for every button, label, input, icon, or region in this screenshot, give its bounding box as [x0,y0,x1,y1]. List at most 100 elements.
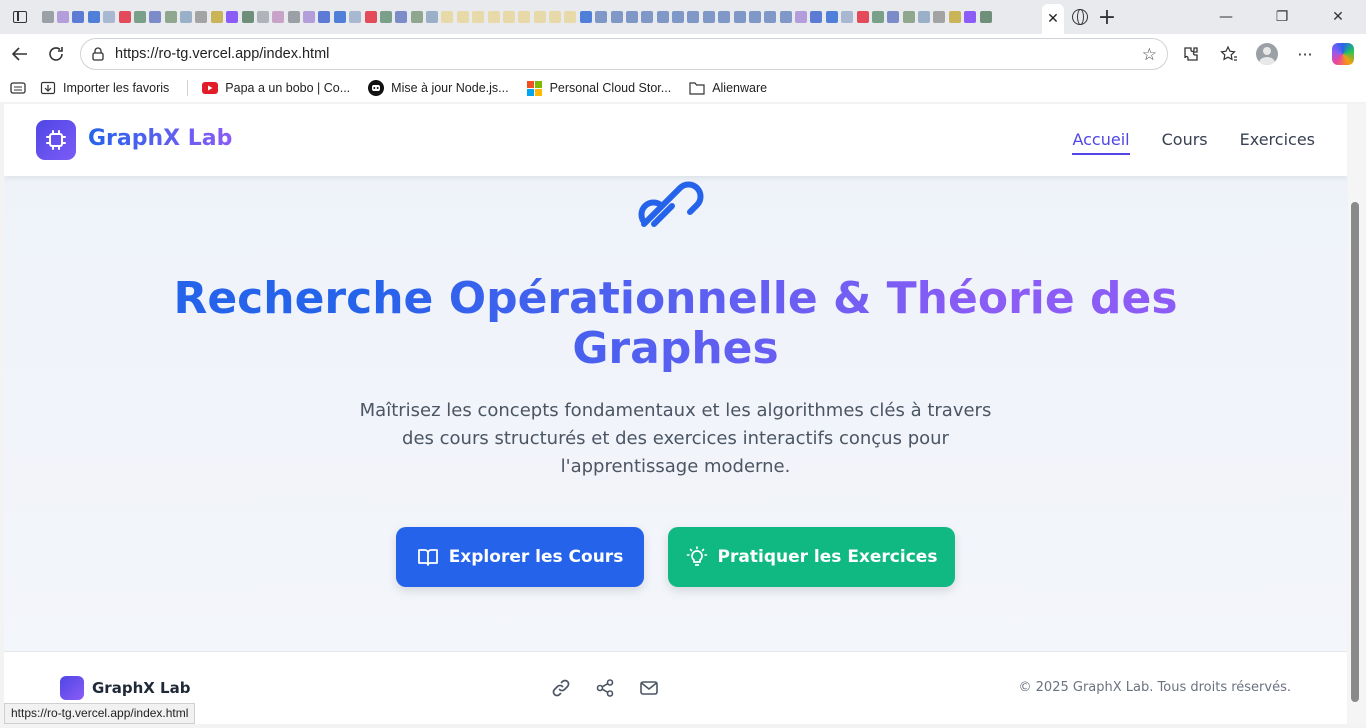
pinned-tab-favicon[interactable] [426,11,439,23]
pinned-tab-favicon[interactable] [902,11,915,23]
bookmark-youtube[interactable]: Papa a un bobo | Co... [202,80,350,96]
copilot-icon[interactable] [1324,37,1362,71]
pinned-tab-favicon[interactable] [41,11,54,23]
pinned-tab-favicon[interactable] [441,11,454,23]
bookmark-import[interactable]: Importer les favoris [40,80,169,96]
practice-exercises-button[interactable]: Pratiquer les Exercices [668,527,955,587]
minimize-icon[interactable]: — [1198,0,1254,34]
address-bar[interactable]: https://ro-tg.vercel.app/index.html ☆ [80,38,1168,70]
pinned-tab-favicon[interactable] [133,11,146,23]
pinned-tab-favicon[interactable] [318,11,331,23]
pinned-tab-favicon[interactable] [349,11,362,23]
pinned-tab-favicon[interactable] [103,11,116,23]
globe-icon[interactable] [1072,9,1088,25]
nav-exercices[interactable]: Exercices [1240,130,1315,155]
new-tab-button[interactable]: + [1092,5,1122,30]
pinned-tab-favicon[interactable] [841,11,854,23]
pinned-tab-favicon[interactable] [918,11,931,23]
pinned-tab-favicon[interactable] [579,11,592,23]
pinned-tab-favicon[interactable] [964,11,977,23]
pinned-tab-favicon[interactable] [195,11,208,23]
pinned-tab-favicon[interactable] [472,11,485,23]
pinned-tab-favicon[interactable] [656,11,669,23]
refresh-button[interactable] [38,37,74,71]
pinned-tab-favicon[interactable] [948,11,961,23]
pinned-tab-favicon[interactable] [718,11,731,23]
pinned-tab-favicon[interactable] [272,11,285,23]
active-tab-close-icon[interactable]: ✕ [1042,4,1064,34]
page-viewport: GraphX Lab Accueil Cours Exercices Reche… [4,104,1347,724]
pinned-tab-favicon[interactable] [825,11,838,23]
pinned-tab-favicon[interactable] [610,11,623,23]
pinned-tab-favicon[interactable] [733,11,746,23]
bookmark-cloud-storage[interactable]: Personal Cloud Stor... [527,80,671,96]
pinned-tab-favicon[interactable] [210,11,223,23]
nav-accueil[interactable]: Accueil [1072,130,1130,155]
pinned-tab-favicon[interactable] [241,11,254,23]
close-window-icon[interactable]: ✕ [1310,0,1366,34]
pinned-tab-favicon[interactable] [625,11,638,23]
pinned-tab-favicon[interactable] [395,11,408,23]
pinned-tab-favicon[interactable] [810,11,823,23]
pinned-tab-favicon[interactable] [364,11,377,23]
favorite-star-icon[interactable]: ☆ [1142,45,1157,65]
pinned-tab-favicon[interactable] [456,11,469,23]
pinned-tab-favicon[interactable] [256,11,269,23]
pinned-tab-favicon[interactable] [487,11,500,23]
back-button[interactable] [2,37,38,71]
pinned-tab-favicon[interactable] [687,11,700,23]
pinned-tab-favicon[interactable] [410,11,423,23]
pinned-tab-favicon[interactable] [333,11,346,23]
pinned-tab-favicon[interactable] [933,11,946,23]
pinned-tab-favicon[interactable] [287,11,300,23]
pinned-tab-favicon[interactable] [226,11,239,23]
pinned-tab-favicon[interactable] [641,11,654,23]
pinned-tab-favicon[interactable] [118,11,131,23]
link-icon[interactable] [550,677,572,699]
extensions-icon[interactable] [1172,37,1210,71]
pinned-tabs-strip[interactable] [40,0,1042,34]
pinned-tab-favicon[interactable] [72,11,85,23]
more-menu-icon[interactable]: ··· [1286,37,1324,71]
pinned-tab-favicon[interactable] [149,11,162,23]
site-info-icon[interactable] [81,46,115,62]
restore-icon[interactable]: ❐ [1254,0,1310,34]
pinned-tab-favicon[interactable] [180,11,193,23]
page-scrollbar[interactable] [1348,104,1366,724]
pinned-tab-favicon[interactable] [549,11,562,23]
bookmark-folder-alienware[interactable]: Alienware [689,80,767,96]
favorites-icon[interactable] [1210,37,1248,71]
profile-avatar[interactable] [1248,37,1286,71]
mail-icon[interactable] [638,677,660,699]
bookmarks-menu-icon[interactable] [10,81,26,95]
pinned-tab-favicon[interactable] [564,11,577,23]
pinned-tab-favicon[interactable] [502,11,515,23]
pinned-tab-favicon[interactable] [518,11,531,23]
pinned-tab-favicon[interactable] [595,11,608,23]
pinned-tab-favicon[interactable] [887,11,900,23]
pinned-tab-favicon[interactable] [87,11,100,23]
bookmark-node[interactable]: Mise à jour Node.js... [368,80,509,96]
pinned-tab-favicon[interactable] [672,11,685,23]
pinned-tab-favicon[interactable] [164,11,177,23]
nav-cours[interactable]: Cours [1162,130,1208,155]
pinned-tab-favicon[interactable] [748,11,761,23]
url-text[interactable]: https://ro-tg.vercel.app/index.html [115,46,329,62]
pinned-tab-favicon[interactable] [533,11,546,23]
pinned-tab-favicon[interactable] [379,11,392,23]
pinned-tab-favicon[interactable] [979,11,992,23]
site-brand[interactable]: GraphX Lab [88,126,232,151]
explore-courses-button[interactable]: Explorer les Cours [396,527,644,587]
pinned-tab-favicon[interactable] [795,11,808,23]
pinned-tab-favicon[interactable] [871,11,884,23]
share-icon[interactable] [594,677,616,699]
scrollbar-thumb[interactable] [1351,202,1359,702]
pinned-tab-favicon[interactable] [764,11,777,23]
pinned-tab-favicon[interactable] [57,11,70,23]
logo-chip-icon[interactable] [36,120,76,160]
pinned-tab-favicon[interactable] [856,11,869,23]
pinned-tab-favicon[interactable] [702,11,715,23]
pinned-tab-favicon[interactable] [779,11,792,23]
pinned-tab-favicon[interactable] [303,11,316,23]
tab-actions-button[interactable] [0,0,40,34]
